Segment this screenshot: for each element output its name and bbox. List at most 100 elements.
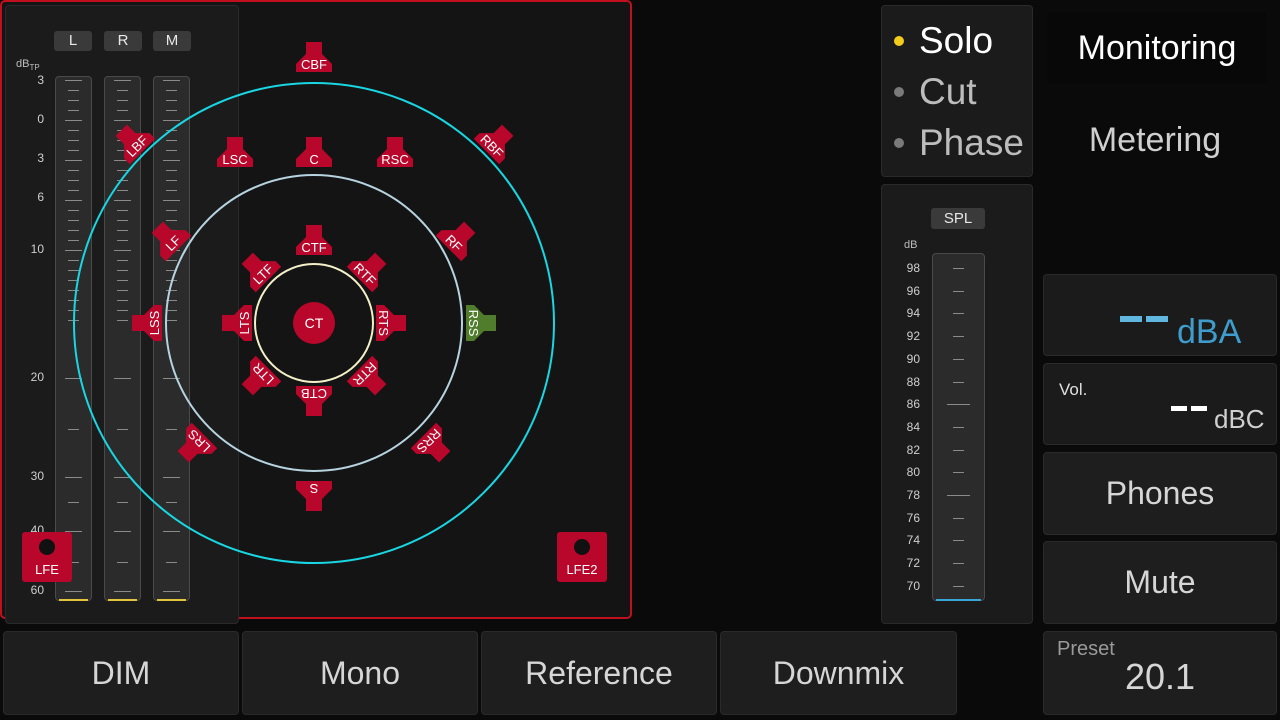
spl-scale-label: 86	[906, 397, 920, 412]
spl-tick	[953, 358, 964, 360]
speaker-lfe[interactable]: LFE	[22, 532, 72, 582]
spl-scale-label: 92	[906, 329, 920, 344]
speaker-rsc[interactable]: RSC	[377, 137, 413, 167]
speaker-layout-panel: CBF LBF RBF LSC C RSC LF RF LSS RSS LRS RRS S CTF LTF R…	[0, 0, 632, 619]
spl-scale-label: 84	[906, 419, 920, 434]
mode-solo[interactable]: Solo	[894, 18, 993, 64]
spl-scale-label: 74	[906, 533, 920, 548]
speaker-lss[interactable]: LSS	[132, 305, 162, 341]
cut-indicator-icon	[894, 87, 904, 97]
speaker-c[interactable]: C	[296, 137, 332, 167]
speaker-layout-diagram: CBFLBF RBFLSC C RSCLF RFLSS RSSLRS RRSSCTFLTF R…	[73, 42, 555, 564]
speaker-ctb[interactable]: CTB	[296, 386, 332, 416]
mode-phase-label: Phase	[919, 122, 1024, 163]
spl-scale-label: 90	[906, 351, 920, 366]
spl-tick	[953, 517, 964, 519]
preset-selector[interactable]: Preset 20.1	[1043, 631, 1277, 715]
spl-tick	[947, 404, 970, 406]
phase-indicator-icon	[894, 138, 904, 148]
speaker-label: S	[309, 481, 318, 496]
spl-tick	[947, 495, 970, 496]
speaker-ltr[interactable]: LTR	[235, 355, 282, 403]
speaker-rss[interactable]: RSS	[466, 305, 496, 341]
speaker-lbf[interactable]: LBF	[109, 118, 156, 165]
speaker-ctf[interactable]: CTF	[296, 225, 332, 255]
spl-tick	[953, 336, 964, 338]
dba-readout: dBA	[1043, 274, 1277, 356]
spl-scale-label: 98	[906, 261, 920, 275]
speaker-label: CBF	[301, 57, 327, 72]
speaker-label: CTB	[301, 386, 327, 401]
speaker-lts[interactable]: LTS	[222, 305, 252, 341]
speaker-lsc[interactable]: LSC	[217, 137, 253, 167]
speaker-lf[interactable]: LF	[145, 215, 192, 262]
speaker-label: RSC	[381, 152, 408, 167]
spl-tick	[953, 381, 964, 383]
downmix-button[interactable]: Downmix	[720, 631, 957, 715]
spl-tick	[953, 426, 964, 428]
spl-meter-bar	[932, 253, 985, 601]
spl-panel: SPL dB 98 96 94 92 90 88 86 84 82 80 78 76 74 72 70	[881, 184, 1033, 624]
mute-button[interactable]: Mute	[1043, 541, 1277, 624]
lfe2-dot-icon	[574, 539, 590, 555]
spl-scale-label: 70	[906, 578, 920, 593]
volume-readout[interactable]: Vol. dBC	[1043, 363, 1277, 445]
lfe-dot-icon	[39, 539, 55, 555]
tab-metering[interactable]: Metering	[1047, 104, 1263, 176]
spl-scale-label: 96	[906, 283, 920, 298]
spl-unit-label: dB	[904, 239, 918, 251]
dba-unit: dBA	[1177, 313, 1242, 351]
mode-solo-label: Solo	[919, 20, 994, 61]
mode-panel: Solo Cut Phase	[881, 5, 1033, 177]
spl-scale-label: 76	[906, 510, 920, 525]
speaker-label: C	[309, 152, 318, 167]
speaker-label: RTS	[376, 310, 391, 336]
preset-value: 20.1	[1124, 656, 1196, 697]
dbc-dash-1	[1171, 406, 1187, 411]
dba-dash-2	[1146, 316, 1168, 322]
spl-scale-label: 94	[906, 306, 920, 321]
speaker-label: LTS	[237, 311, 252, 334]
spl-scale-label: 88	[906, 374, 920, 389]
mono-button[interactable]: Mono	[242, 631, 478, 715]
spl-tick	[953, 540, 964, 542]
spl-button[interactable]: SPL	[931, 208, 985, 229]
mode-cut[interactable]: Cut	[894, 69, 977, 115]
spl-tick	[953, 449, 964, 451]
reference-button[interactable]: Reference	[481, 631, 717, 715]
speaker-lfe2-label: LFE2	[566, 562, 598, 577]
mode-cut-label: Cut	[919, 71, 977, 112]
speaker-ltf[interactable]: LTF	[235, 246, 282, 293]
speaker-rtf[interactable]: RTF	[346, 246, 394, 293]
spl-tick	[953, 472, 964, 474]
speaker-cbf[interactable]: CBF	[296, 42, 332, 72]
speaker-label: LSS	[147, 310, 162, 335]
dbc-unit: dBC	[1214, 404, 1265, 434]
tab-monitoring[interactable]: Monitoring	[1047, 12, 1267, 84]
speaker-label: RSS	[466, 310, 481, 337]
speaker-lfe-label: LFE	[35, 562, 59, 577]
spl-tick	[953, 268, 964, 269]
spl-tick	[953, 585, 964, 587]
speaker-rts[interactable]: RTS	[376, 305, 406, 341]
phones-button[interactable]: Phones	[1043, 452, 1277, 535]
speaker-rf[interactable]: RF	[435, 215, 483, 262]
dbc-dash-2	[1191, 406, 1207, 411]
mode-phase[interactable]: Phase	[894, 120, 1024, 166]
speaker-label: CT	[305, 315, 324, 331]
speaker-lfe2[interactable]: LFE2	[557, 532, 607, 582]
solo-indicator-icon	[894, 36, 904, 46]
dim-button[interactable]: DIM	[3, 631, 239, 715]
dba-dash-1	[1120, 316, 1142, 322]
spl-tick	[953, 290, 964, 292]
speaker-label: LSC	[222, 152, 247, 167]
spl-scale-label: 78	[906, 488, 920, 502]
spl-scale-label: 80	[906, 465, 920, 480]
spl-tick	[953, 313, 964, 315]
spl-scale-label: 72	[906, 556, 920, 571]
speaker-rbf[interactable]: RBF	[473, 118, 521, 165]
speaker-rtr[interactable]: RTR	[346, 355, 394, 403]
spl-scale-label: 82	[906, 442, 920, 457]
speaker-s[interactable]: S	[296, 481, 332, 511]
speaker-label: CTF	[301, 240, 326, 255]
